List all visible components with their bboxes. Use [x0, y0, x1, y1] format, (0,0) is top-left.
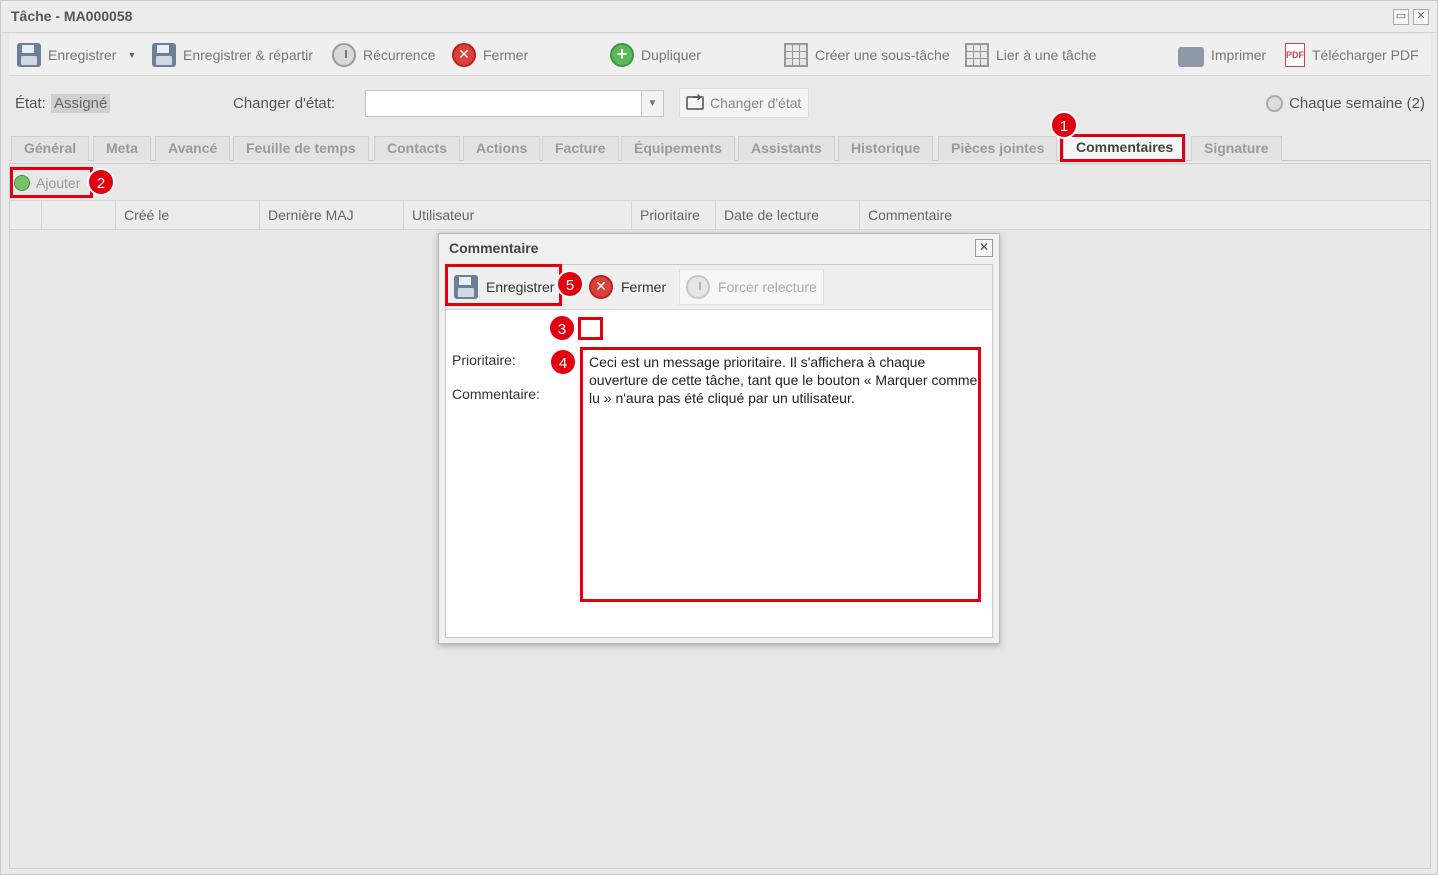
printer-icon	[1178, 46, 1204, 67]
dialog-body: Enregistrer ✕ Fermer Forcer relecture Pr…	[445, 264, 993, 638]
add-comment-button[interactable]: Ajouter	[14, 171, 80, 195]
tab-assistants[interactable]: Assistants	[738, 136, 835, 161]
change-state-label: Changer d'état:	[233, 95, 336, 112]
tab-general[interactable]: Général	[11, 136, 90, 161]
floppy-disk-icon	[152, 43, 176, 67]
tab-bar: Général Meta Avancé Feuille de temps Con…	[9, 135, 1431, 162]
column-created[interactable]: Créé le	[116, 201, 260, 230]
dialog-save-button[interactable]: Enregistrer	[454, 269, 554, 305]
tab-invoice[interactable]: Facture	[542, 136, 619, 161]
window-title: Tâche - MA000058	[11, 8, 133, 24]
floppy-disk-icon	[454, 275, 478, 299]
tab-history[interactable]: Historique	[838, 136, 934, 161]
duplicate-button[interactable]: + Dupliquer	[610, 40, 701, 70]
change-state-button[interactable]: Changer d'état	[679, 88, 809, 118]
comments-grid-header: Créé le Dernière MAJ Utilisateur Priorit…	[10, 200, 1430, 230]
chevron-down-icon[interactable]: ▼	[641, 91, 663, 116]
subtask-icon	[784, 43, 808, 67]
save-distribute-button[interactable]: Enregistrer & répartir	[152, 40, 313, 70]
column-updated[interactable]: Dernière MAJ	[260, 201, 404, 230]
callout-badge-5: 5	[556, 270, 584, 298]
state-value: Assigné	[51, 94, 111, 113]
pdf-icon: PDF	[1285, 43, 1305, 67]
priority-label: Prioritaire:	[452, 352, 516, 368]
tab-advanced[interactable]: Avancé	[155, 136, 231, 161]
tab-timesheet[interactable]: Feuille de temps	[233, 136, 369, 161]
link-task-icon	[965, 43, 989, 67]
force-reread-button: Forcer relecture	[679, 269, 824, 305]
column-icon	[42, 201, 116, 230]
tab-actions[interactable]: Actions	[463, 136, 541, 161]
close-circle-icon: ✕	[589, 275, 613, 299]
add-circle-icon: +	[610, 43, 634, 67]
dialog-close-button[interactable]: ✕ Fermer	[589, 269, 666, 305]
download-pdf-button[interactable]: PDF Télécharger PDF	[1285, 40, 1419, 70]
comment-label: Commentaire:	[452, 386, 540, 402]
create-subtask-button[interactable]: Créer une sous-tâche	[784, 40, 950, 70]
main-toolbar: Enregistrer ▼ Enregistrer & répartir Réc…	[9, 34, 1431, 76]
tab-equipment[interactable]: Équipements	[621, 136, 735, 161]
clock-icon	[1266, 95, 1284, 112]
recurrence-button[interactable]: Récurrence	[332, 40, 435, 70]
title-bar: Tâche - MA000058 ▭ ✕	[1, 1, 1437, 33]
comment-dialog: Commentaire ✕ Enregistrer ✕ Fermer Force…	[438, 233, 1000, 644]
state-label: État:	[15, 95, 46, 112]
column-priority[interactable]: Prioritaire	[632, 201, 716, 230]
tab-attachments[interactable]: Pièces jointes	[938, 136, 1058, 161]
tab-comments[interactable]: Commentaires	[1063, 135, 1187, 162]
tab-meta[interactable]: Meta	[93, 136, 151, 161]
change-state-select[interactable]: ▼	[365, 90, 664, 117]
save-button[interactable]: Enregistrer ▼	[17, 40, 136, 70]
clock-icon	[332, 43, 356, 67]
dialog-toolbar: Enregistrer ✕ Fermer Forcer relecture	[446, 265, 992, 310]
recurrence-info: Chaque semaine (2)	[1266, 95, 1425, 112]
share-icon	[686, 90, 704, 110]
callout-badge-3: 3	[548, 314, 576, 342]
column-user[interactable]: Utilisateur	[404, 201, 632, 230]
print-button[interactable]: Imprimer	[1178, 40, 1266, 70]
column-comment[interactable]: Commentaire	[860, 201, 1430, 230]
status-row: État: Assigné Changer d'état: ▼ Changer …	[9, 81, 1431, 127]
clock-icon	[686, 275, 710, 299]
add-icon	[14, 175, 30, 191]
close-circle-icon: ✕	[452, 43, 476, 67]
column-select	[10, 201, 42, 230]
floppy-disk-icon	[17, 43, 41, 67]
link-task-button[interactable]: Lier à une tâche	[965, 40, 1096, 70]
maximize-icon[interactable]: ▭	[1393, 9, 1409, 25]
comment-textarea[interactable]: Ceci est un message prioritaire. Il s'af…	[585, 350, 982, 602]
column-read-date[interactable]: Date de lecture	[716, 201, 860, 230]
callout-badge-4: 4	[549, 348, 577, 376]
close-icon[interactable]: ✕	[975, 239, 993, 257]
dialog-title: Commentaire	[449, 240, 539, 256]
callout-badge-1: 1	[1050, 111, 1078, 139]
close-icon[interactable]: ✕	[1413, 9, 1429, 25]
callout-badge-2: 2	[87, 168, 115, 196]
tab-contacts[interactable]: Contacts	[374, 136, 460, 161]
chevron-down-icon[interactable]: ▼	[127, 50, 136, 60]
tab-signature[interactable]: Signature	[1191, 136, 1282, 161]
close-button[interactable]: ✕ Fermer	[452, 40, 528, 70]
